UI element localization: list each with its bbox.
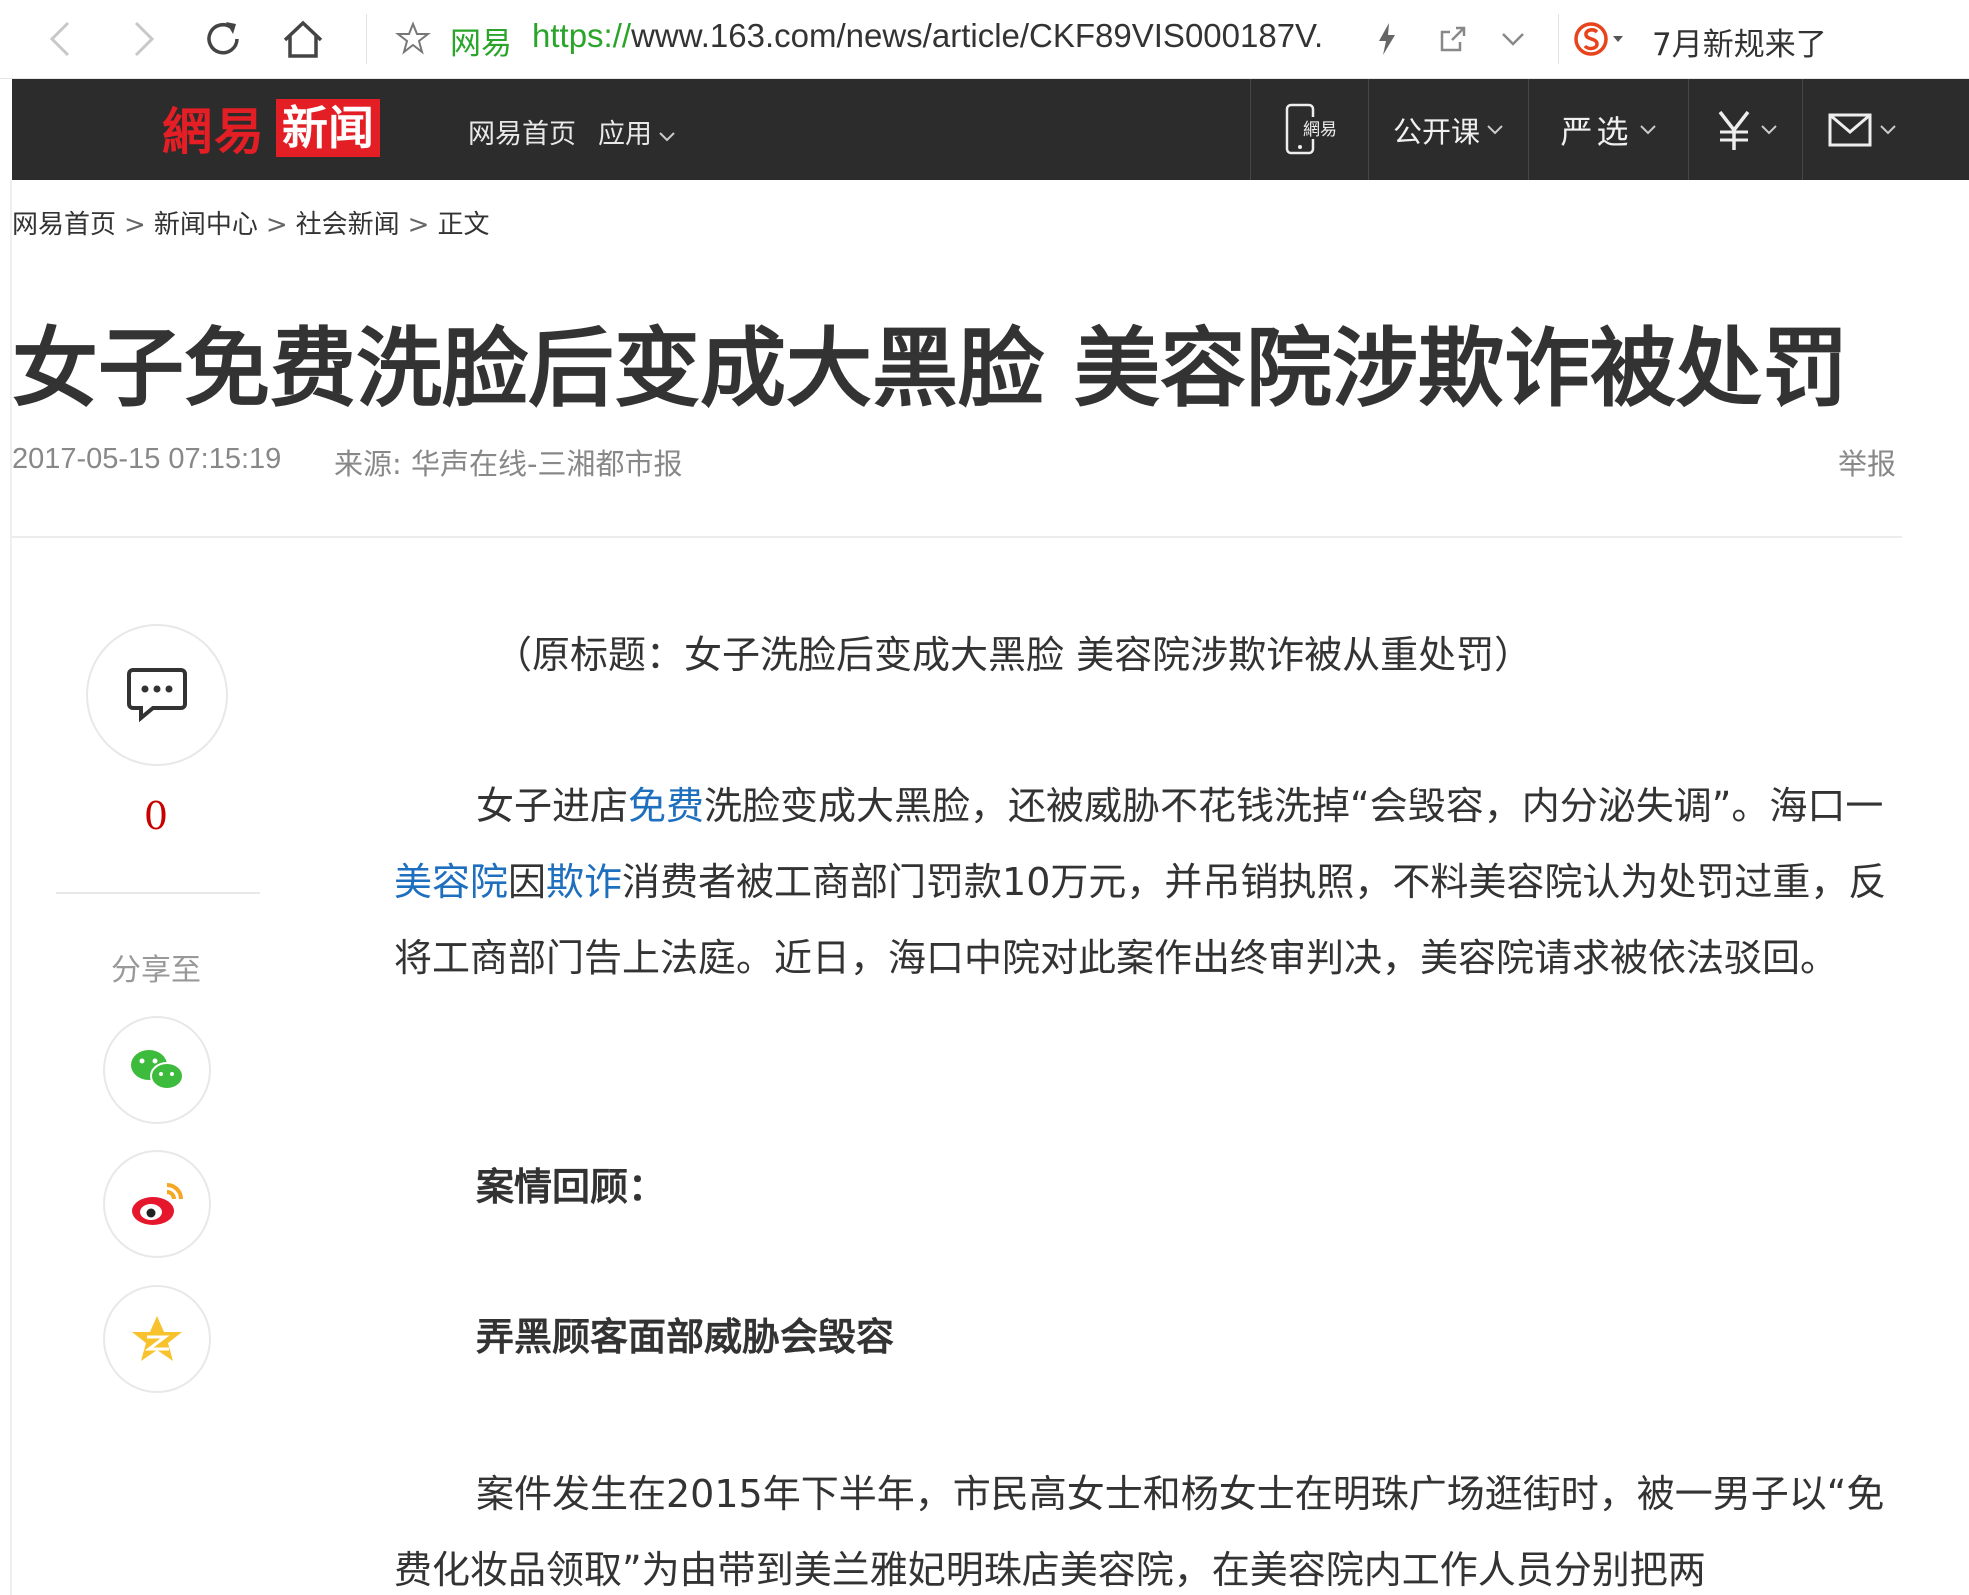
logo-news-text: 新闻 bbox=[276, 99, 380, 157]
chevron-down-icon bbox=[659, 132, 675, 142]
nav-app-label: 应用 bbox=[598, 119, 652, 150]
share-wechat-button[interactable] bbox=[103, 1016, 211, 1124]
article-paragraph: 女子进店免费洗脸变成大黑脸，还被威胁不花钱洗掉“会毁容，内分泌失调”。海口一美容… bbox=[394, 768, 1902, 996]
browser-toolbar: 网易 https://www.163.com/news/article/CKF8… bbox=[0, 0, 1969, 79]
netease-news-logo[interactable]: 網易 新闻 bbox=[162, 99, 380, 161]
share-qzone-button[interactable] bbox=[103, 1285, 211, 1393]
keyword-link-fraud[interactable]: 欺诈 bbox=[546, 860, 622, 904]
share-label: 分享至 bbox=[111, 953, 201, 988]
article-date: 2017-05-15 07:15:19 bbox=[12, 443, 282, 475]
keyword-link-free[interactable]: 免费 bbox=[628, 784, 704, 828]
article-source[interactable]: 来源: 华声在线-三湘都市报 bbox=[334, 441, 682, 483]
comment-bubble-icon bbox=[127, 668, 187, 723]
breadcrumb-item[interactable]: 网易首页 bbox=[12, 210, 116, 240]
mail-icon bbox=[1828, 113, 1871, 146]
share-divider bbox=[56, 892, 260, 894]
keyword-link-beauty-salon[interactable]: 美容院 bbox=[394, 860, 508, 904]
nav-mail[interactable] bbox=[1802, 79, 1920, 180]
forward-icon[interactable] bbox=[118, 14, 168, 64]
bookmark-star-icon[interactable] bbox=[388, 14, 438, 64]
logo-netease-text: 網易 bbox=[162, 102, 266, 161]
nav-yanxuan-label: 严选 bbox=[1560, 112, 1633, 151]
paragraph-text: 女子进店 bbox=[476, 784, 629, 828]
home-icon[interactable] bbox=[278, 14, 328, 64]
share-page-icon[interactable] bbox=[1428, 14, 1478, 64]
browser-notice[interactable]: 7月新规来了 bbox=[1652, 19, 1827, 64]
url-protocol: https:// bbox=[532, 17, 632, 54]
lightning-icon[interactable] bbox=[1362, 14, 1412, 64]
breadcrumb-separator: > bbox=[265, 210, 288, 240]
nav-open-course[interactable]: 公开课 bbox=[1368, 79, 1528, 180]
chevron-down-icon bbox=[1879, 124, 1896, 134]
chevron-down-icon bbox=[1760, 124, 1777, 134]
report-link[interactable]: 举报 bbox=[1838, 441, 1896, 483]
breadcrumb-separator: > bbox=[124, 210, 146, 240]
toolbar-divider bbox=[1558, 14, 1559, 64]
mobile-phone-icon: 網易 bbox=[1285, 103, 1337, 154]
sogou-logo-icon[interactable] bbox=[1572, 14, 1628, 64]
breadcrumb-item[interactable]: 新闻中心 bbox=[154, 210, 258, 240]
paragraph-text: 洗脸变成大黑脸，还被威胁不花钱洗掉“会毁容，内分泌失调”。海口一 bbox=[704, 784, 1884, 828]
address-bar[interactable]: https://www.163.com/news/article/CKF89VI… bbox=[532, 17, 1332, 55]
mobile-app-button[interactable]: 網易 bbox=[1250, 79, 1368, 180]
nav-payment[interactable] bbox=[1688, 79, 1802, 180]
article-title: 女子免费洗脸后变成大黑脸 美容院涉欺诈被处罚 bbox=[12, 319, 1848, 419]
section-heading: 案情回顾： bbox=[476, 1165, 667, 1209]
chevron-down-icon bbox=[1639, 124, 1656, 134]
reload-icon[interactable] bbox=[198, 14, 248, 64]
qzone-star-icon bbox=[132, 1316, 182, 1361]
chevron-down-icon[interactable] bbox=[1488, 14, 1538, 64]
paragraph-text: 因 bbox=[508, 860, 547, 904]
breadcrumb-item[interactable]: 社会新闻 bbox=[296, 210, 400, 240]
chevron-down-icon bbox=[1487, 124, 1503, 134]
site-navigation: 網易 新闻 网易首页 应用 網易 公开课 严选 bbox=[12, 79, 1969, 180]
back-icon[interactable] bbox=[36, 14, 86, 64]
weibo-icon bbox=[132, 1183, 183, 1225]
section-heading: 弄黑顾客面部威胁会毁容 bbox=[476, 1315, 895, 1359]
breadcrumb: 网易首页 > 新闻中心 > 社会新闻 > 正文 bbox=[12, 204, 489, 241]
nav-home-link[interactable]: 网易首页 bbox=[468, 112, 576, 151]
nav-yanxuan[interactable]: 严选 bbox=[1528, 79, 1688, 180]
nav-course-label: 公开课 bbox=[1392, 114, 1480, 149]
original-title: （原标题：女子洗脸后变成大黑脸 美容院涉欺诈被从重处罚） bbox=[494, 633, 1533, 677]
breadcrumb-current: 正文 bbox=[437, 210, 490, 240]
toolbar-divider bbox=[366, 14, 367, 64]
yuan-icon bbox=[1718, 110, 1749, 150]
comment-count[interactable]: 0 bbox=[56, 794, 256, 838]
wechat-icon bbox=[131, 1050, 184, 1090]
header-divider bbox=[12, 536, 1902, 538]
share-weibo-button[interactable] bbox=[103, 1150, 211, 1258]
article-paragraph: 案件发生在2015年下半年，市民高女士和杨女士在明珠广场逛街时，被一男子以“免费… bbox=[394, 1472, 1885, 1592]
breadcrumb-separator: > bbox=[407, 210, 430, 240]
mobile-logo-text: 網易 bbox=[1303, 120, 1337, 140]
url-site-name: 网易 bbox=[450, 26, 512, 62]
url-path: www.163.com/news/article/CKF89VIS000187V… bbox=[631, 17, 1324, 54]
comment-button[interactable] bbox=[86, 624, 228, 766]
nav-app-menu[interactable]: 应用 bbox=[598, 112, 676, 151]
